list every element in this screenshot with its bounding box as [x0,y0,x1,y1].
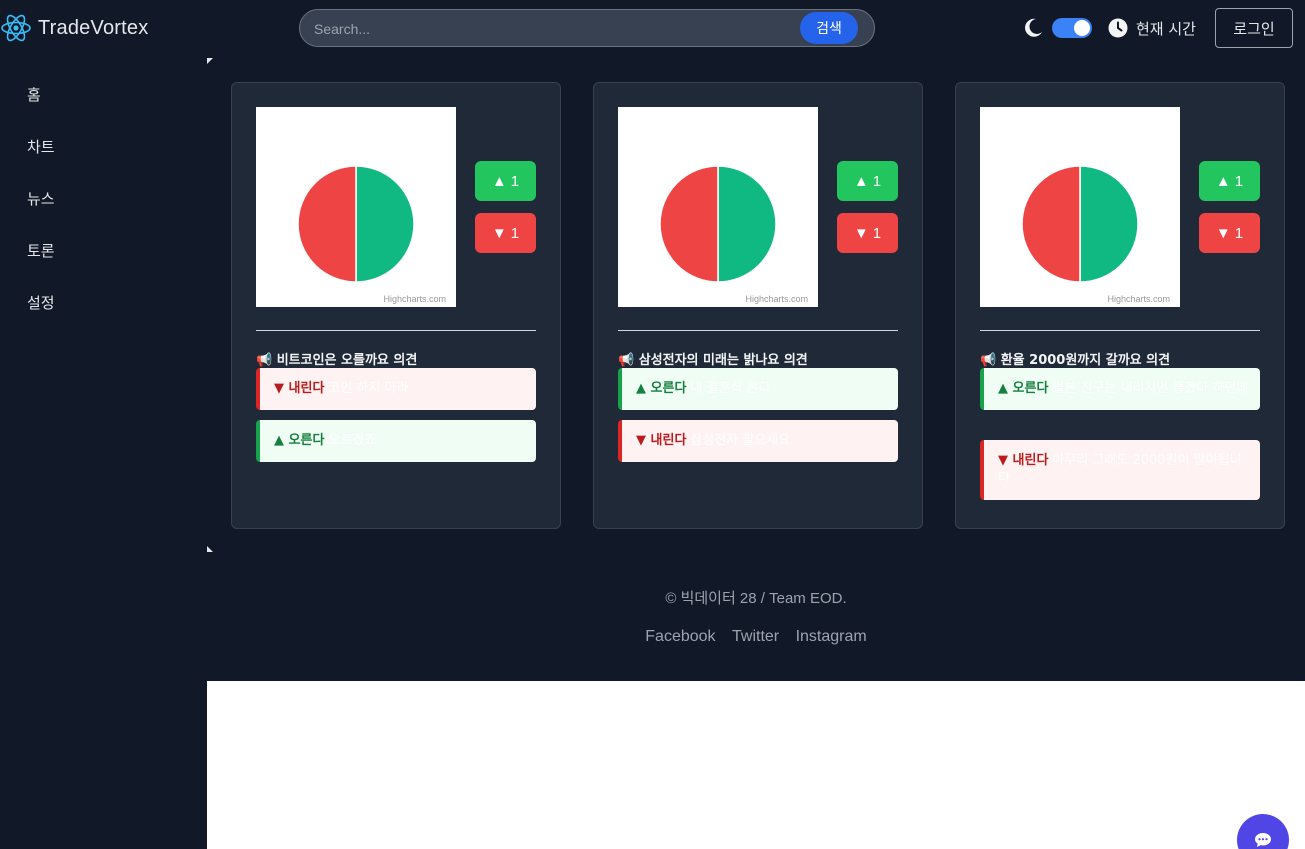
vote-pie-chart: Highcharts.com [980,107,1180,307]
opinion-item: ▲ 오른다 일본 친구는 내리시면 좋겠다 하던데 [980,368,1260,410]
opinion-text: 내 결혼식 온다 [690,381,771,396]
toggle-knob [1074,20,1090,36]
search-input[interactable] [314,18,784,40]
poll-topic: 📢 비트코인은 오를까요 의견 [256,353,418,368]
login-button[interactable]: 로그인 [1215,8,1293,48]
vote-pie-chart: Highcharts.com [618,107,818,307]
search-button[interactable]: 검색 [800,12,858,44]
sidebar-item-chart[interactable]: 차트 [27,136,55,157]
vote-up-count: 1 [510,172,520,190]
pie-slice-up [1079,165,1139,283]
poll-card: Highcharts.com ▲ 1 ▼ 1 📢 삼성전자의 미래는 밝나요 의견 … [593,82,923,529]
up-arrow-icon: ▲ [853,172,869,190]
down-arrow-icon: ▼ [853,224,869,242]
sidebar-item-news[interactable]: 뉴스 [27,188,55,209]
current-time-label: 현재 시간 [1136,20,1196,38]
vote-up-button[interactable]: ▲ 1 [837,161,898,201]
vote-down-button[interactable]: ▼ 1 [837,213,898,253]
vote-down-count: 1 [510,224,520,242]
pie-slice-down [659,165,719,283]
search-bar: 검색 [299,9,875,47]
pie-slice-up [355,165,415,283]
poll-card: Highcharts.com ▲ 1 ▼ 1 📢 환율 2000원까지 갈까요 의견… [955,82,1285,529]
vote-down-button[interactable]: ▼ 1 [1199,213,1260,253]
clock-icon [1108,18,1128,38]
sidebar: 홈 차트 뉴스 토론 설정 [0,56,207,849]
vote-up-count: 1 [872,172,882,190]
down-arrow-icon: ▼ [1215,224,1231,242]
atom-icon [1,14,31,42]
vote-down-count: 1 [872,224,882,242]
vote-down-button[interactable]: ▼ 1 [475,213,536,253]
up-arrow-icon: ▲ [1215,172,1231,190]
opinion-text: 일본 친구는 내리시면 좋겠다 하던데 [1052,381,1249,396]
pie-svg [1021,165,1139,283]
divider [618,330,898,331]
blank-content-area [207,681,1305,849]
up-arrow-icon: ▲ [491,172,507,190]
vote-pie-chart: Highcharts.com [256,107,456,307]
footer-link-twitter[interactable]: Twitter [732,628,779,645]
opinion-text: 삼성전자 팔으세요 [690,433,791,448]
chart-credit: Highcharts.com [1107,294,1170,304]
divider [980,330,1260,331]
opinion-item: ▲ 오른다 내 결혼식 온다 [618,368,898,410]
opinion-tag: ▼ 내린다 [274,381,325,396]
chat-bubble-icon [1255,833,1271,847]
opinion-tag: ▲ 오른다 [998,381,1049,396]
moon-icon [1025,18,1042,37]
opinion-text: 오르겠죠 [328,433,377,448]
pie-slice-down [1021,165,1081,283]
corner-mark [207,58,213,64]
sidebar-item-home[interactable]: 홈 [27,84,41,105]
opinion-item: ▲ 오른다 오르겠죠 [256,420,536,462]
vote-up-count: 1 [1234,172,1244,190]
footer-link-instagram[interactable]: Instagram [796,628,867,645]
divider [256,330,536,331]
pie-svg [297,165,415,283]
brand-name: TradeVortex [38,16,149,39]
down-arrow-icon: ▼ [491,224,507,242]
top-header: TradeVortex 검색 현재 시간 로그인 [0,0,1305,56]
corner-mark [207,546,213,552]
pie-svg [659,165,777,283]
opinion-tag: ▼ 내린다 [636,433,687,448]
vote-up-button[interactable]: ▲ 1 [1199,161,1260,201]
poll-card: Highcharts.com ▲ 1 ▼ 1 📢 비트코인은 오를까요 의견 ▼ 내… [231,82,561,529]
chart-credit: Highcharts.com [383,294,446,304]
footer-links: Facebook Twitter Instagram [207,628,1305,646]
sidebar-item-discussion[interactable]: 토론 [27,240,55,261]
opinion-tag: ▲ 오른다 [274,433,325,448]
pie-slice-down [297,165,357,283]
opinion-item: ▼ 내린다 삼성전자 팔으세요 [618,420,898,462]
brand-logo[interactable]: TradeVortex [0,12,148,44]
sidebar-item-settings[interactable]: 설정 [27,292,55,313]
opinion-item: ▼ 내린다 아무리 그래도 2000원이 말이됩니다 [980,440,1260,500]
pie-slice-up [717,165,777,283]
theme-toggle[interactable] [1052,18,1092,38]
chart-credit: Highcharts.com [745,294,808,304]
opinion-tag: ▼ 내린다 [998,453,1049,468]
vote-up-button[interactable]: ▲ 1 [475,161,536,201]
poll-topic: 📢 환율 2000원까지 갈까요 의견 [980,353,1171,368]
opinion-text: 코인 하지 마라 [328,381,409,396]
opinion-item: ▼ 내린다 코인 하지 마라 [256,368,536,410]
opinion-tag: ▲ 오른다 [636,381,687,396]
footer-copyright: © 빅데이터 28 / Team EOD. [665,590,847,607]
footer-link-facebook[interactable]: Facebook [645,628,715,645]
vote-down-count: 1 [1234,224,1244,242]
poll-topic: 📢 삼성전자의 미래는 밝나요 의견 [618,353,808,368]
